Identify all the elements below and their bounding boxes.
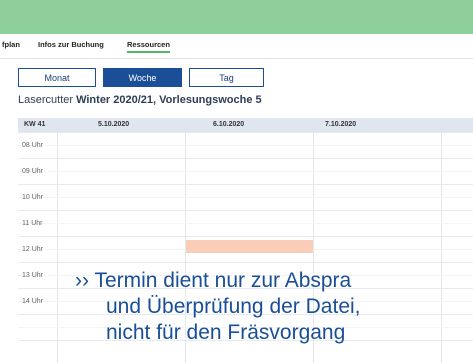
page-title: Lasercutter Winter 2020/21, Vorlesungswo… [18,94,262,106]
booking-slot[interactable] [186,240,313,253]
calendar-header: KW 41 5.10.2020 6.10.2020 7.10.2020 [18,118,473,132]
view-day-button[interactable]: Tag [189,68,264,87]
hour-gridline [18,184,473,185]
time-label: 08 Uhr [22,142,44,149]
hour-gridline [18,158,473,159]
day-header-2[interactable]: 6.10.2020 [213,121,244,128]
column-divider [57,132,58,363]
half-hour-gridline [18,145,473,146]
nav-tab-infos-zur-buchung[interactable]: Infos zur Buchung [38,40,104,49]
hour-gridline [18,236,473,237]
note-line-1: ›› Termin dient nur zur Abspra [75,269,352,292]
half-hour-gridline [18,223,473,224]
day-header-3[interactable]: 7.10.2020 [325,121,356,128]
week-number: KW 41 [24,121,46,128]
hour-gridline [18,132,473,133]
view-week-button[interactable]: Woche [103,68,182,87]
period-label: Winter 2020/21, Vorlesungswoche 5 [76,94,262,106]
day-header-1[interactable]: 5.10.2020 [98,121,129,128]
section-nav: fplan Infos zur Buchung Ressourcen [0,34,473,59]
site-header-bar [0,0,473,34]
resource-name: Lasercutter [18,94,74,106]
half-hour-gridline [18,171,473,172]
time-label: 12 Uhr [22,246,44,253]
hour-gridline [18,210,473,211]
half-hour-gridline [18,197,473,198]
time-label: 14 Uhr [22,298,44,305]
view-month-button[interactable]: Monat [18,68,96,87]
hour-gridline [18,262,473,263]
booking-note: ›› Termin dient nur zur Abspra und Überp… [75,268,473,363]
nav-tab-ressourcen[interactable]: Ressourcen [127,40,170,53]
note-line-2: und Überprüfung der Datei, [106,295,361,318]
time-label: 11 Uhr [22,220,43,227]
time-label: 10 Uhr [22,194,44,201]
nav-tab-stundenplan[interactable]: fplan [2,40,20,49]
time-label: 09 Uhr [22,168,44,175]
time-label: 13 Uhr [22,272,44,279]
note-line-3: nicht für den Fräsvorgang [106,321,346,344]
